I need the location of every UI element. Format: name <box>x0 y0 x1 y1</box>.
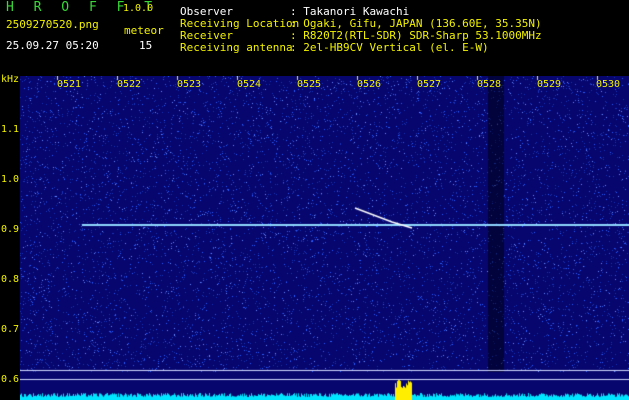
frequency-axis <box>0 74 20 400</box>
frequency-tick-label: 0.8 <box>1 274 20 285</box>
antenna-value: : 2el-HB9CV Vertical (el. E-W) <box>290 41 489 54</box>
frequency-tick-label: 1.1 <box>1 124 20 135</box>
time-tick-label: 0528 <box>477 79 502 90</box>
time-tick-label: 0523 <box>177 79 202 90</box>
frequency-tick-label: 0.7 <box>1 324 20 335</box>
time-tick-label: 0530 <box>596 79 621 90</box>
time-tick-label: 0527 <box>417 79 442 90</box>
header-panel: H R O F F T 1.0.0 2509270520.png 25.09.2… <box>0 0 629 74</box>
time-tick-label: 0524 <box>237 79 262 90</box>
time-tick-label: 0529 <box>537 79 562 90</box>
time-tick-label: 0526 <box>357 79 382 90</box>
frequency-tick-label: 1.0 <box>1 174 20 185</box>
capture-datetime: 25.09.27 05:20 <box>6 39 99 52</box>
time-tick-label: 0525 <box>297 79 322 90</box>
frequency-tick-label: 0.9 <box>1 224 20 235</box>
spectrogram-canvas <box>20 76 629 400</box>
frequency-unit-label: kHz <box>1 74 20 85</box>
file-name: 2509270520.png <box>6 18 99 31</box>
frequency-tick-label: 0.6 <box>1 374 20 385</box>
antenna-label: Receiving antenna <box>180 41 293 54</box>
meteor-count: 15 <box>139 39 153 52</box>
app-version: 1.0.0 <box>123 3 154 14</box>
time-tick-label: 0522 <box>117 79 142 90</box>
time-tick-label: 0521 <box>57 79 82 90</box>
meteor-label: meteor <box>124 24 164 37</box>
